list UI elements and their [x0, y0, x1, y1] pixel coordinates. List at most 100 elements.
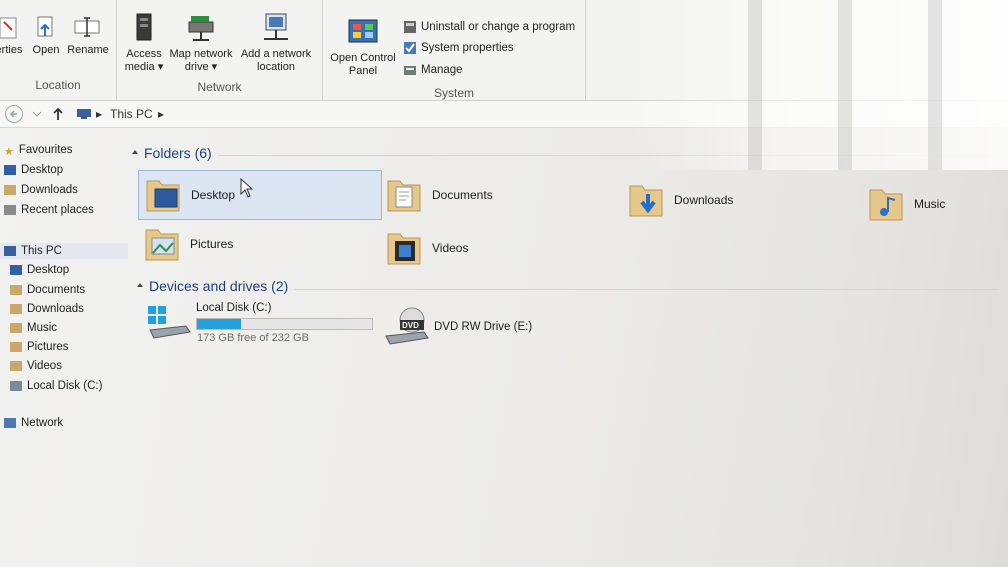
nav-pc-desktop[interactable]: Desktop — [10, 264, 69, 276]
network-location-icon — [264, 13, 288, 40]
dvd-badge: DVD — [402, 321, 419, 330]
devices-header[interactable]: Devices and drives (2) — [149, 278, 288, 294]
folder-documents-label: Documents — [432, 188, 493, 202]
open-label: Open — [32, 44, 60, 56]
nav-pc-documents[interactable]: Documents — [10, 284, 85, 296]
pictures-folder-icon — [145, 229, 179, 261]
nav-fav-recent-label: Recent places — [21, 204, 94, 216]
drive-e[interactable]: DVD DVD RW Drive (E:) — [384, 306, 584, 348]
explorer-window: erties Open Rename Location Access media… — [0, 0, 1008, 567]
add-location-line1: Add a network — [240, 48, 312, 60]
folder-documents[interactable]: Documents — [386, 175, 493, 215]
videos-folder-icon — [387, 233, 421, 265]
pictures-folder-icon — [10, 342, 22, 352]
ribbon: erties Open Rename Location Access media… — [0, 0, 1008, 101]
mouse-cursor-icon — [240, 177, 254, 201]
rename-button[interactable]: Rename — [66, 14, 110, 57]
star-icon: ★ — [4, 146, 14, 158]
folder-desktop[interactable]: Desktop — [138, 170, 382, 220]
map-drive-line2: drive ▾ — [184, 61, 218, 73]
collapse-folders-icon[interactable] — [131, 148, 139, 156]
nav-network-label: Network — [21, 417, 64, 429]
open-control-panel-button[interactable]: Open Control Panel — [327, 18, 399, 78]
nav-pc-documents-label: Documents — [27, 284, 86, 296]
nav-pc-local-disk[interactable]: Local Disk (C:) — [10, 380, 102, 392]
folders-header[interactable]: Folders (6) — [144, 145, 212, 161]
ribbon-group-system: Open Control Panel Uninstall or change a… — [323, 0, 586, 100]
control-panel-icon — [348, 19, 378, 43]
map-network-drive-button[interactable]: Map network drive ▾ — [165, 12, 237, 74]
system-properties-button[interactable]: System properties — [403, 41, 514, 55]
nav-pc-music-label: Music — [27, 322, 58, 334]
access-media-line2: media ▾ — [124, 61, 164, 73]
folder-pictures[interactable]: Pictures — [144, 224, 233, 264]
computer-icon — [4, 246, 16, 256]
nav-fav-downloads[interactable]: Downloads — [4, 184, 78, 196]
nav-fav-recent[interactable]: Recent places — [4, 204, 94, 216]
access-media-button[interactable]: Access media ▾ — [121, 12, 167, 74]
desktop-folder-icon — [10, 265, 22, 275]
downloads-folder-icon — [10, 304, 22, 314]
back-arrow-icon — [9, 110, 17, 118]
nav-fav-desktop-label: Desktop — [21, 164, 64, 176]
add-network-location-button[interactable]: Add a network location — [235, 12, 317, 74]
drive-c-free: 173 GB free of 232 GB — [197, 332, 309, 344]
breadcrumb-this-pc[interactable]: This PC — [110, 107, 153, 121]
up-arrow-icon[interactable] — [52, 107, 64, 121]
drive-c-name: Local Disk (C:) — [196, 302, 272, 314]
network-icon — [4, 418, 16, 428]
devices-divider — [294, 289, 998, 290]
folder-pictures-label: Pictures — [190, 237, 234, 251]
desktop-icon — [4, 165, 16, 175]
ribbon-group-location: erties Open Rename Location — [0, 0, 117, 100]
drive-c-usage-bar — [196, 318, 373, 330]
drive-c[interactable]: Local Disk (C:) 173 GB free of 232 GB — [146, 302, 381, 344]
downloads-folder-icon — [629, 185, 663, 217]
network-group-label: Network — [197, 80, 242, 94]
folder-videos-label: Videos — [432, 241, 469, 255]
media-server-icon — [136, 13, 152, 41]
nav-pc-downloads-label: Downloads — [27, 303, 84, 315]
breadcrumb-chevron-icon[interactable]: ▸ — [158, 107, 164, 121]
manage-button[interactable]: Manage — [403, 63, 463, 77]
nav-favourites[interactable]: ★ Favourites — [4, 144, 73, 158]
recent-locations-chevron-icon[interactable] — [32, 111, 42, 117]
address-bar: ▸ This PC ▸ — [0, 101, 1008, 128]
uninstall-program-button[interactable]: Uninstall or change a program — [403, 20, 575, 34]
rename-icon — [74, 17, 100, 37]
nav-this-pc-label: This PC — [21, 245, 62, 257]
music-folder-icon — [10, 323, 22, 333]
nav-fav-desktop[interactable]: Desktop — [4, 164, 63, 176]
properties-button[interactable]: erties — [0, 14, 24, 57]
open-button[interactable]: Open — [30, 14, 62, 57]
back-button[interactable] — [5, 105, 23, 123]
videos-folder-icon — [10, 361, 22, 371]
uninstall-icon — [404, 21, 416, 33]
system-group-label: System — [433, 86, 474, 100]
nav-pc-music[interactable]: Music — [10, 322, 57, 334]
properties-label: erties — [0, 44, 23, 56]
nav-pc-pictures-label: Pictures — [27, 341, 69, 353]
folder-videos[interactable]: Videos — [386, 228, 468, 268]
ribbon-group-network: Access media ▾ Map network drive ▾ Add a… — [117, 0, 323, 100]
nav-network[interactable]: Network — [4, 417, 63, 429]
folder-music[interactable]: Music — [868, 184, 945, 224]
folders-divider — [218, 155, 998, 156]
nav-this-pc[interactable]: This PC — [0, 243, 128, 259]
local-disk-icon — [148, 306, 191, 339]
location-group-label: Location — [35, 78, 81, 92]
rename-label: Rename — [67, 44, 109, 56]
access-media-line1: Access — [126, 48, 162, 60]
navigation-pane: ★ Favourites Desktop Downloads Recent pl… — [0, 128, 128, 567]
this-pc-icon — [77, 109, 91, 119]
collapse-devices-icon[interactable] — [136, 281, 144, 289]
downloads-folder-icon — [4, 185, 16, 195]
folder-music-label: Music — [914, 197, 946, 211]
network-drive-icon — [188, 16, 214, 41]
nav-pc-downloads[interactable]: Downloads — [10, 303, 84, 315]
breadcrumb-separator-icon[interactable]: ▸ — [96, 107, 102, 121]
nav-pc-videos[interactable]: Videos — [10, 360, 62, 372]
nav-pc-pictures[interactable]: Pictures — [10, 341, 69, 353]
documents-folder-icon — [10, 285, 22, 295]
folder-downloads[interactable]: Downloads — [628, 180, 733, 220]
